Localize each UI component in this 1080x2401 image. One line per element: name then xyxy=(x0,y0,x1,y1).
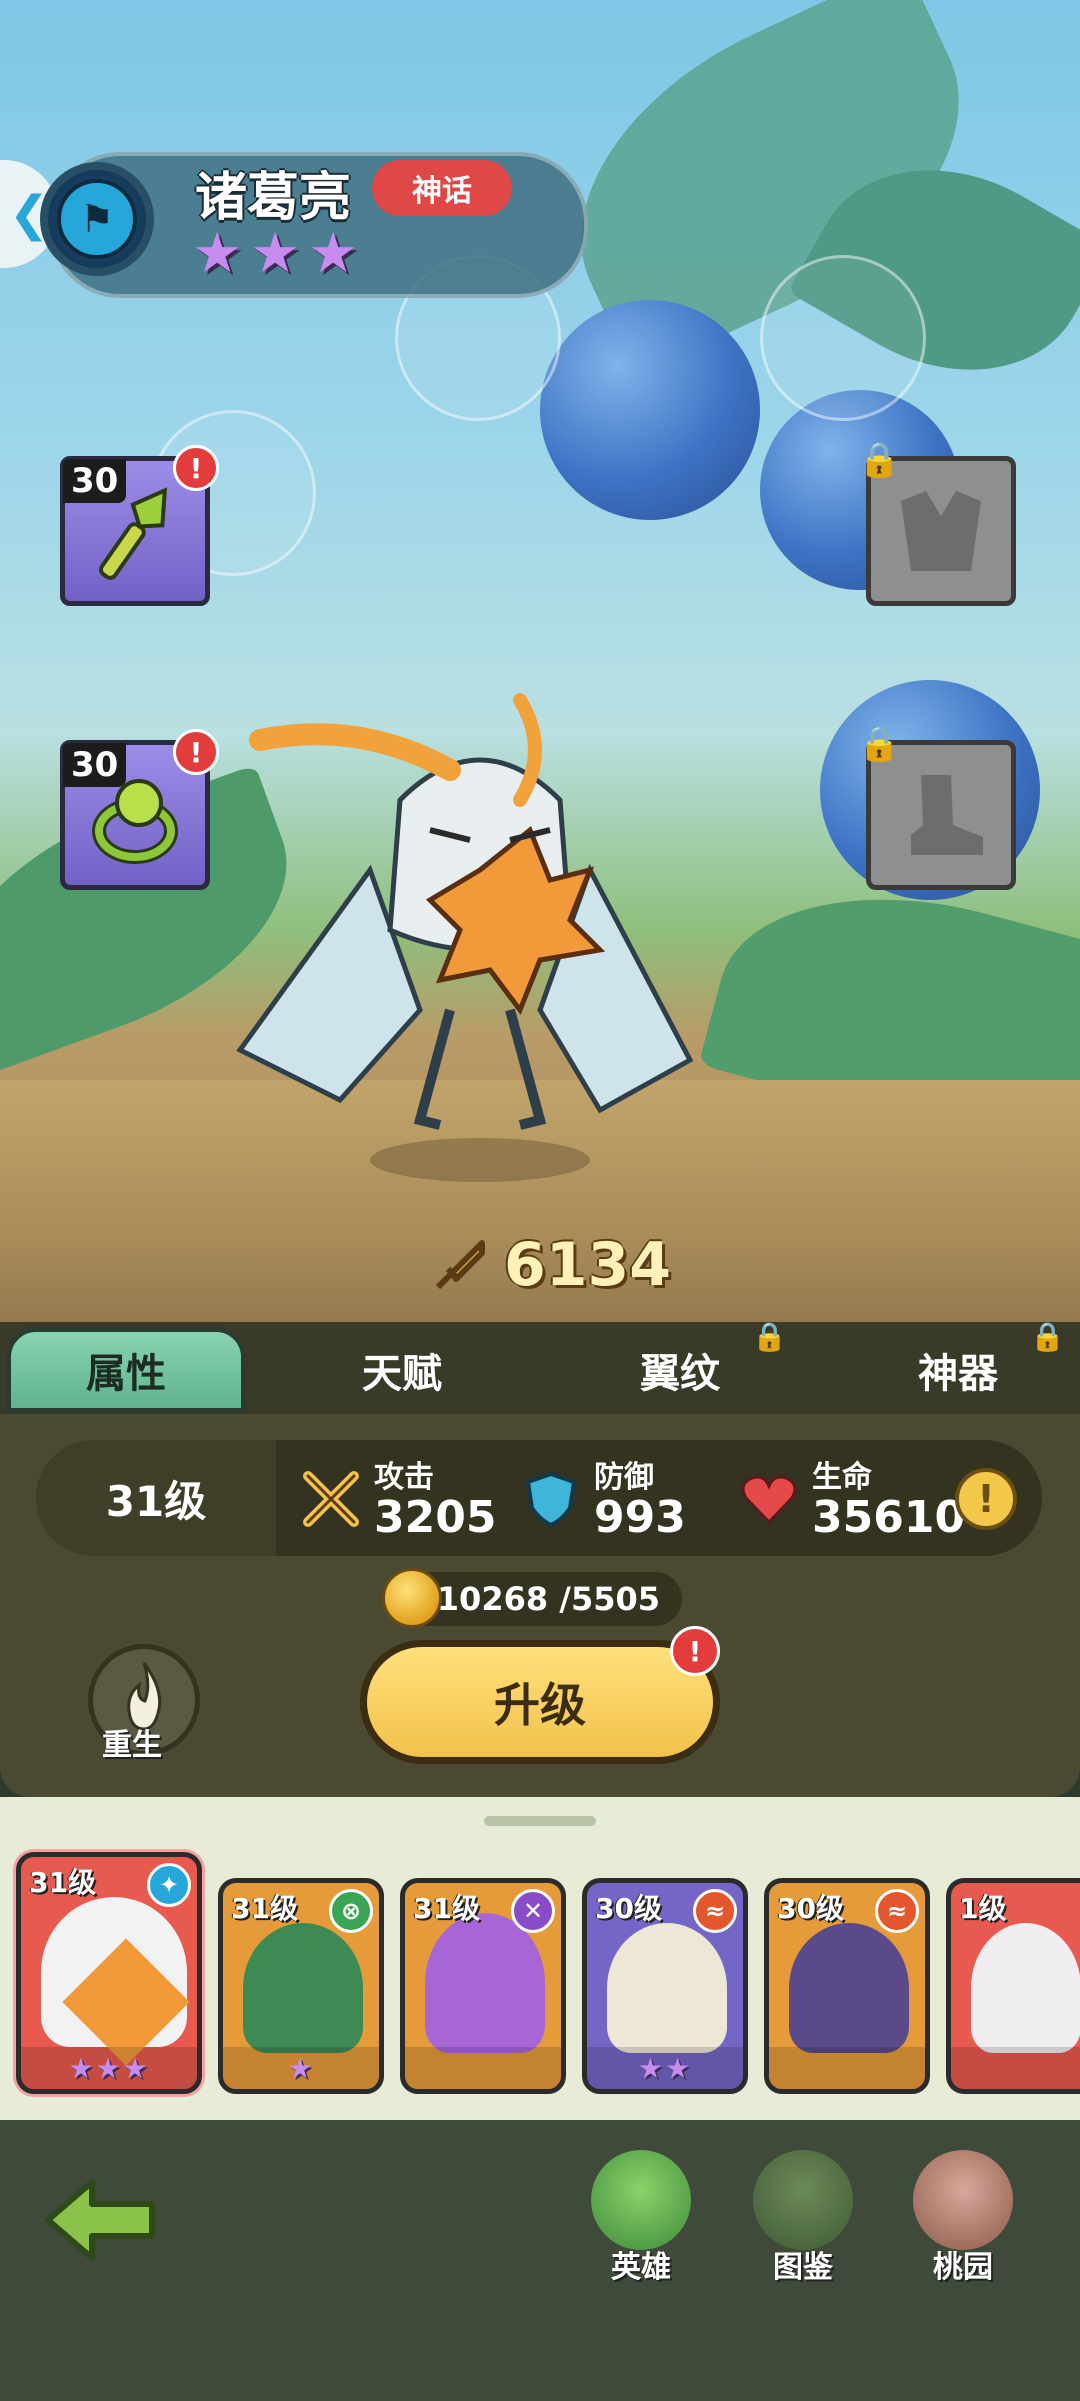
puzzle-bag-icon xyxy=(753,2150,853,2250)
nav-heroes-label: 英雄 xyxy=(611,2250,671,2285)
bubble xyxy=(760,255,926,421)
green-back-arrow-icon xyxy=(45,2179,155,2261)
shield-defense-icon xyxy=(525,1471,577,1528)
card-level: 30级 xyxy=(595,1892,662,1925)
hero-card[interactable]: 31级 ✦ ★★★ xyxy=(16,1852,202,2094)
nav-codex[interactable]: 图鉴 xyxy=(738,2150,868,2290)
hero-card[interactable]: 30级 ≈ ★★ xyxy=(582,1878,748,2094)
peach-garden-icon xyxy=(913,2150,1013,2250)
card-level: 31级 xyxy=(231,1892,298,1925)
hero-portrait xyxy=(971,1923,1080,2053)
card-level: 31级 xyxy=(29,1866,96,1899)
drag-handle[interactable] xyxy=(484,1816,596,1826)
hero-portrait xyxy=(789,1923,909,2053)
card-level: 31级 xyxy=(413,1892,480,1925)
lock-icon: 🔒 xyxy=(752,1320,787,1353)
class-badge-icon: ≈ xyxy=(693,1889,737,1933)
equipment-slot-ring[interactable]: 30 ! xyxy=(60,729,219,890)
flag-class-icon: ⚑ xyxy=(57,179,137,259)
class-badge-icon: ≈ xyxy=(875,1889,919,1933)
card-stars: ★★ xyxy=(637,2052,693,2085)
attack-value: 3205 xyxy=(374,1492,497,1543)
nav-peach-garden[interactable]: 桃园 xyxy=(898,2150,1028,2290)
card-stars: ★ xyxy=(287,2052,315,2085)
sword-attack-icon xyxy=(303,1471,359,1527)
hero-portrait xyxy=(607,1923,727,2053)
alert-badge: ! xyxy=(173,729,219,775)
hero-card[interactable]: 30级 ≈ xyxy=(764,1878,930,2094)
lock-icon: 🔒 xyxy=(1030,1320,1065,1353)
equipment-slot-weapon[interactable]: 30 ! xyxy=(60,445,219,606)
class-badge-icon: ✕ xyxy=(511,1889,555,1933)
hero-card[interactable]: 31级 ✕ xyxy=(400,1878,566,2094)
card-footer xyxy=(951,2047,1080,2089)
rarity-badge: 神话 xyxy=(372,160,512,216)
hero-portrait xyxy=(425,1913,545,2053)
defense-value: 993 xyxy=(594,1492,686,1543)
heart-hp-icon xyxy=(741,1475,797,1525)
hero-frog-icon xyxy=(591,2150,691,2250)
tab-attributes[interactable]: 属性 xyxy=(6,1327,246,1413)
sword-power-icon xyxy=(435,1240,485,1290)
hero-card[interactable]: 31级 ⊗ ★ xyxy=(218,1878,384,2094)
tab-talent[interactable]: 天赋 xyxy=(282,1327,522,1413)
class-badge-icon: ✦ xyxy=(147,1863,191,1907)
defense-label: 防御 xyxy=(594,1460,654,1495)
upgrade-button[interactable]: 升级 xyxy=(360,1640,720,1764)
attack-label: 攻击 xyxy=(374,1460,434,1495)
hero-portrait xyxy=(243,1923,363,2053)
class-badge-icon: ⊗ xyxy=(329,1889,373,1933)
blueberry xyxy=(540,300,760,520)
star-icon: ★ xyxy=(308,221,359,286)
card-footer xyxy=(769,2047,925,2089)
nav-back-button[interactable] xyxy=(40,2168,170,2308)
gold-fruit-currency-icon xyxy=(382,1568,442,1628)
card-level: 1级 xyxy=(959,1892,1007,1925)
card-level: 30级 xyxy=(777,1892,844,1925)
hero-name: 诸葛亮 xyxy=(195,168,352,228)
nav-codex-label: 图鉴 xyxy=(773,2250,833,2285)
lock-icon: 🔒 xyxy=(858,724,901,764)
star-icon: ★ xyxy=(192,221,243,286)
hero-character-illustration xyxy=(236,693,694,1182)
lock-icon: 🔒 xyxy=(858,440,901,480)
nav-peach-garden-label: 桃园 xyxy=(933,2250,993,2285)
nav-heroes[interactable]: 英雄 xyxy=(576,2150,706,2290)
alert-badge: ! xyxy=(173,445,219,491)
alert-badge: ! xyxy=(670,1626,720,1676)
boot-silhouette-icon xyxy=(911,775,983,855)
upgrade-cost: 10268 /5505 xyxy=(400,1572,682,1626)
combat-power-value: 6134 xyxy=(504,1230,671,1300)
combat-power: 6134 xyxy=(430,1225,671,1305)
upgrade-button-label: 升级 xyxy=(494,1678,586,1732)
stats-info-button[interactable]: ! xyxy=(955,1468,1017,1530)
hp-label: 生命 xyxy=(812,1460,872,1495)
hero-card[interactable]: 1级 xyxy=(946,1878,1080,2094)
card-stars: ★★★ xyxy=(68,2052,150,2085)
armor-silhouette-icon xyxy=(901,491,981,571)
star-icon: ★ xyxy=(250,221,301,286)
rebirth-label: 重生 xyxy=(102,1728,162,1763)
hp-value: 35610 xyxy=(812,1492,966,1543)
hero-level: 31级 xyxy=(36,1440,276,1556)
hero-class-badge: ⚑ xyxy=(40,162,154,276)
card-footer xyxy=(405,2047,561,2089)
